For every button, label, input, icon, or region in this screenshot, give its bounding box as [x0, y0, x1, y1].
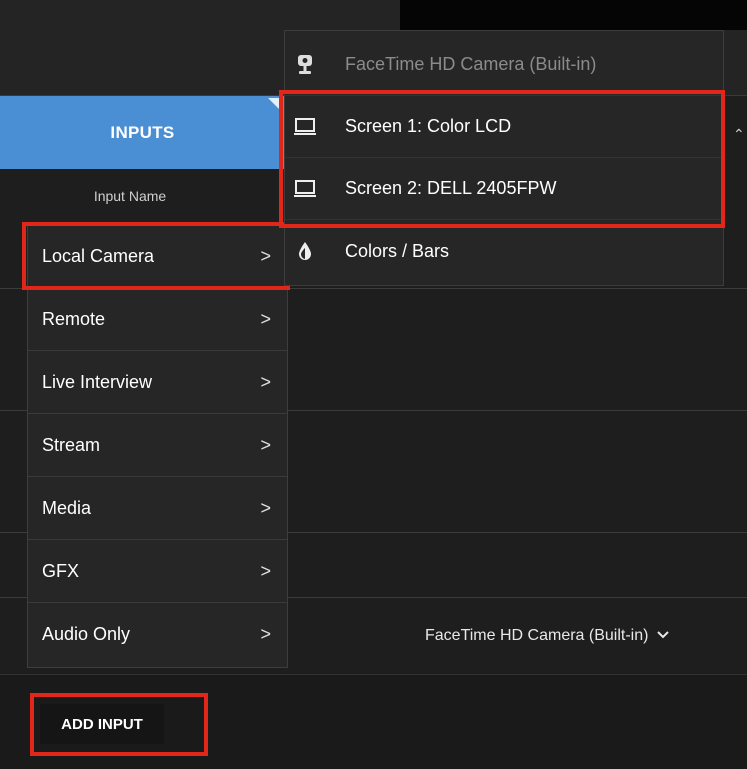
add-input-menu: Local Camera > Remote > Live Interview >… [27, 224, 288, 668]
menu-item-label: Local Camera [42, 245, 155, 266]
submenu-item-screen-1[interactable]: Screen 1: Color LCD [285, 96, 723, 158]
camera-select[interactable]: FaceTime HD Camera (Built-in) [425, 627, 670, 645]
tab-corner-marker [268, 98, 282, 112]
submenu-item-colors-bars[interactable]: Colors / Bars [285, 220, 723, 282]
chevron-right-icon: > [260, 434, 271, 455]
webcam-icon [293, 53, 317, 77]
submenu-item-label: Screen 2: DELL 2405FPW [345, 178, 557, 198]
camera-select-value: FaceTime HD Camera (Built-in) [425, 627, 649, 644]
add-input-label: ADD INPUT [61, 715, 143, 733]
laptop-screen-icon [293, 115, 317, 139]
menu-item-label: Remote [42, 308, 106, 329]
chevron-right-icon: > [260, 497, 271, 518]
menu-item-media[interactable]: Media > [28, 477, 287, 540]
laptop-screen-icon [293, 177, 317, 201]
chevron-right-icon: > [260, 371, 271, 392]
chevron-right-icon: > [260, 624, 271, 644]
menu-item-gfx[interactable]: GFX > [28, 540, 287, 603]
chevron-down-icon [656, 627, 670, 645]
add-input-button[interactable]: ADD INPUT [40, 704, 164, 744]
menu-item-label: Audio Only [42, 624, 131, 644]
top-toolbar-dark-region [400, 0, 747, 30]
menu-item-label: Live Interview [42, 371, 153, 392]
partial-edge-glyph: ⌃ [733, 126, 745, 142]
submenu-item-facetime-camera: FaceTime HD Camera (Built-in) [285, 34, 723, 96]
column-header-input-name: Input Name [93, 188, 167, 204]
submenu-item-label: Colors / Bars [345, 240, 450, 261]
menu-item-stream[interactable]: Stream > [28, 414, 287, 477]
menu-item-label: GFX [42, 560, 80, 581]
tab-inputs-label: INPUTS [110, 122, 175, 142]
color-drop-icon [293, 239, 317, 263]
menu-item-label: Media [42, 497, 92, 518]
submenu-item-screen-2[interactable]: Screen 2: DELL 2405FPW [285, 158, 723, 220]
menu-item-local-camera[interactable]: Local Camera > [28, 225, 287, 288]
submenu-item-label: FaceTime HD Camera (Built-in) [345, 54, 597, 74]
chevron-right-icon: > [260, 560, 271, 581]
menu-item-live-interview[interactable]: Live Interview > [28, 351, 287, 414]
tab-inputs[interactable]: INPUTS [0, 96, 285, 169]
menu-item-label: Stream [42, 434, 101, 455]
chevron-right-icon: > [260, 245, 271, 266]
menu-item-audio-only[interactable]: Audio Only > [28, 603, 287, 666]
local-camera-submenu: FaceTime HD Camera (Built-in) Screen 1: … [284, 30, 724, 286]
chevron-right-icon: > [260, 308, 271, 329]
menu-item-remote[interactable]: Remote > [28, 288, 287, 351]
submenu-item-label: Screen 1: Color LCD [345, 116, 512, 136]
